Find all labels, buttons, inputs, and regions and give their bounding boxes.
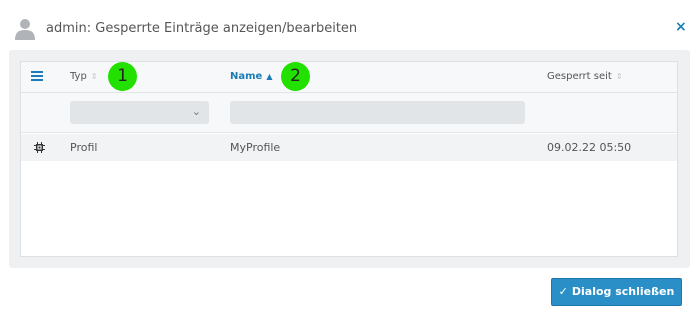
- sort-icon: ⇕: [615, 72, 623, 81]
- column-header-gesperrt-seit-label: Gesperrt seit: [547, 71, 612, 82]
- column-header-name-label: Name: [230, 71, 263, 82]
- dialog-title: admin: Gesperrte Einträge anzeigen/bearb…: [46, 21, 358, 36]
- column-header-name[interactable]: Name ▲: [230, 71, 272, 82]
- menu-icon[interactable]: [31, 71, 43, 82]
- sort-icon: ⇕: [90, 72, 98, 81]
- check-icon: ✓: [558, 285, 568, 298]
- user-icon: [15, 19, 35, 40]
- close-icon[interactable]: ×: [675, 19, 687, 35]
- chevron-down-icon: ⌄: [191, 105, 201, 118]
- name-filter-input[interactable]: [230, 101, 525, 124]
- chip-icon: [34, 142, 45, 153]
- sort-ascending-icon: ▲: [266, 72, 273, 81]
- typ-filter-select[interactable]: ⌄: [70, 101, 209, 124]
- cell-typ: Profil: [70, 141, 98, 154]
- column-header-typ-label: Typ: [70, 71, 87, 82]
- close-dialog-button-label: Dialog schließen: [571, 285, 675, 298]
- column-header-typ[interactable]: Typ ⇕: [70, 71, 98, 82]
- cell-name: MyProfile: [230, 141, 281, 154]
- annotation-marker-1: 1: [108, 62, 137, 91]
- table-row[interactable]: Profil MyProfile 09.02.22 05:50: [21, 134, 677, 161]
- cell-gesperrt-seit: 09.02.22 05:50: [547, 141, 632, 154]
- column-header-gesperrt-seit[interactable]: Gesperrt seit ⇕: [547, 71, 623, 82]
- annotation-marker-2: 2: [281, 62, 310, 91]
- grid-filter-row: ⌄: [21, 93, 677, 133]
- close-dialog-button[interactable]: ✓ Dialog schließen: [551, 278, 682, 306]
